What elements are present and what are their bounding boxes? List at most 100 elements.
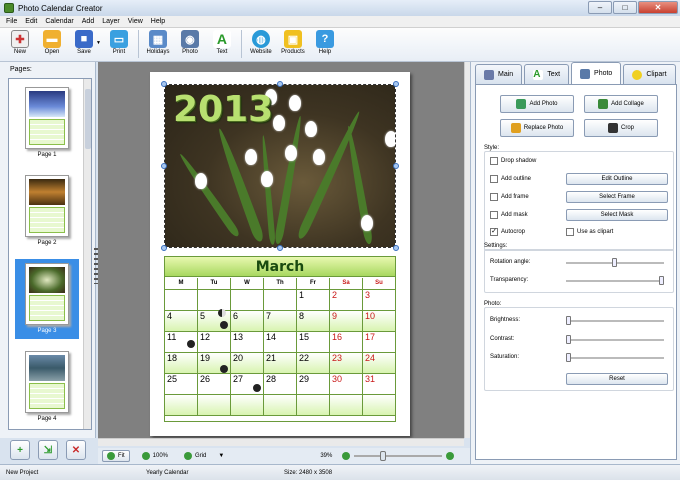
checkbox-box[interactable] — [566, 228, 574, 236]
slider-knob[interactable] — [612, 258, 617, 267]
minimize-button[interactable]: – — [588, 1, 612, 14]
zoom-100-button[interactable]: 100% — [138, 450, 172, 462]
reset-button[interactable]: Reset — [566, 373, 668, 385]
contrast-slider[interactable] — [566, 335, 664, 344]
calendar-day[interactable] — [231, 290, 264, 310]
calendar-day[interactable] — [198, 395, 231, 415]
slider-knob[interactable] — [566, 316, 571, 325]
calendar-day[interactable]: 26 — [198, 374, 231, 394]
edit-outline-button[interactable]: Edit Outline — [566, 173, 668, 185]
calendar-day[interactable] — [264, 395, 297, 415]
calendar-day[interactable] — [363, 395, 395, 415]
help-button[interactable]: ? Help — [309, 28, 341, 60]
calendar-day[interactable]: 15 — [297, 332, 330, 352]
select-mask-button[interactable]: Select Mask — [566, 209, 668, 221]
tab-photo[interactable]: Photo — [571, 62, 622, 84]
calendar-day[interactable]: 11 — [165, 332, 198, 352]
zoom-out-icon[interactable] — [342, 452, 351, 460]
calendar-day[interactable]: 21 — [264, 353, 297, 373]
resize-handle[interactable] — [393, 163, 399, 169]
print-button[interactable]: ▭ Print — [103, 28, 135, 60]
calendar-day[interactable] — [330, 395, 363, 415]
resize-handle[interactable] — [161, 81, 167, 87]
resize-handle[interactable] — [161, 163, 167, 169]
calendar-day[interactable]: 8 — [297, 311, 330, 331]
add-outline-checkbox[interactable]: Add outline — [490, 175, 531, 183]
calendar-day[interactable]: 13 — [231, 332, 264, 352]
calendar-day[interactable] — [198, 290, 231, 310]
calendar-day[interactable]: 10 — [363, 311, 395, 331]
checkbox-box[interactable] — [490, 193, 498, 201]
transparency-slider[interactable] — [566, 276, 664, 285]
calendar-day[interactable]: 5 — [198, 309, 231, 331]
canvas-area[interactable]: 2013 March M Tu W Th Fr Sa Su 1 2 3 4 5 6 7 8 9 10 11 12 13… — [98, 62, 464, 438]
slider-knob[interactable] — [659, 276, 664, 285]
page-thumbnail-selected[interactable]: Page 3 — [15, 259, 79, 339]
zoom-slider[interactable] — [354, 451, 443, 461]
tab-main[interactable]: Main — [475, 64, 523, 84]
menu-view[interactable]: View — [128, 18, 143, 25]
new-button[interactable]: ✚ New — [4, 28, 36, 60]
add-page-button[interactable]: + — [10, 440, 30, 460]
website-button[interactable]: ◍ Website — [245, 28, 277, 60]
holidays-button[interactable]: ▦ Holidays — [142, 28, 174, 60]
calendar-day[interactable]: 17 — [363, 332, 395, 352]
drop-shadow-checkbox[interactable]: Drop shadow — [490, 157, 536, 165]
menu-edit[interactable]: Edit — [25, 18, 37, 25]
use-as-clipart-checkbox[interactable]: Use as clipart — [566, 228, 613, 236]
resize-handle[interactable] — [277, 81, 283, 87]
calendar-day[interactable]: 19 — [198, 353, 231, 373]
page-thumbnail[interactable]: Page 4 — [15, 347, 79, 427]
grid-button[interactable]: Grid — [180, 450, 210, 462]
resize-handle[interactable] — [277, 245, 283, 251]
calendar-day[interactable]: 29 — [297, 374, 330, 394]
add-collage-button[interactable]: Add Collage — [584, 95, 658, 113]
calendar-grid[interactable]: March M Tu W Th Fr Sa Su 1 2 3 4 5 6 7 8 9 10 11 12 13 14 15 1… — [164, 256, 396, 422]
calendar-day[interactable]: 20 — [231, 353, 264, 373]
resize-handle[interactable] — [161, 245, 167, 251]
calendar-day[interactable]: 2 — [330, 290, 363, 310]
calendar-day[interactable]: 16 — [330, 332, 363, 352]
canvas-horizontal-scrollbar[interactable] — [98, 438, 464, 446]
calendar-day[interactable]: 31 — [363, 374, 395, 394]
replace-photo-button[interactable]: Replace Photo — [500, 119, 574, 137]
page-thumbnail[interactable]: Page 1 — [15, 83, 79, 163]
calendar-day[interactable]: 27 — [231, 374, 264, 394]
calendar-day[interactable]: 14 — [264, 332, 297, 352]
calendar-day[interactable] — [165, 395, 198, 415]
menu-add[interactable]: Add — [82, 18, 94, 25]
calendar-day[interactable]: 7 — [264, 311, 297, 331]
saturation-slider[interactable] — [566, 353, 664, 362]
save-dropdown-arrow-icon[interactable]: ▼ — [96, 40, 101, 46]
calendar-day[interactable]: 3 — [363, 290, 395, 310]
calendar-day[interactable] — [231, 395, 264, 415]
calendar-day[interactable]: 1 — [297, 290, 330, 310]
brightness-slider[interactable] — [566, 316, 664, 325]
zoom-slider-knob[interactable] — [380, 451, 387, 461]
calendar-day[interactable]: 18 — [165, 353, 198, 373]
menu-file[interactable]: File — [6, 18, 17, 25]
open-button[interactable]: ▬ Open — [36, 28, 68, 60]
rotation-angle-slider[interactable] — [566, 258, 664, 267]
add-frame-checkbox[interactable]: Add frame — [490, 193, 529, 201]
checkbox-box[interactable] — [490, 211, 498, 219]
checkbox-box[interactable] — [490, 175, 498, 183]
text-button[interactable]: A Text — [206, 28, 238, 60]
calendar-day[interactable] — [165, 290, 198, 310]
maximize-button[interactable]: □ — [613, 1, 637, 14]
zoom-in-icon[interactable] — [446, 452, 455, 460]
products-button[interactable]: ▣ Products — [277, 28, 309, 60]
fit-button[interactable]: Fit — [102, 450, 130, 462]
slider-knob[interactable] — [566, 353, 571, 362]
select-frame-button[interactable]: Select Frame — [566, 191, 668, 203]
calendar-day[interactable]: 6 — [231, 311, 264, 331]
autocrop-checkbox[interactable]: ✓ Autocrop — [490, 228, 525, 236]
slider-knob[interactable] — [566, 335, 571, 344]
pages-scrollbar-thumb[interactable] — [85, 89, 91, 149]
photo-button[interactable]: ◉ Photo — [174, 28, 206, 60]
calendar-day[interactable]: 9 — [330, 311, 363, 331]
menu-layer[interactable]: Layer — [102, 18, 120, 25]
delete-page-button[interactable]: ✕ — [66, 440, 86, 460]
add-mask-checkbox[interactable]: Add mask — [490, 211, 528, 219]
calendar-day[interactable]: 24 — [363, 353, 395, 373]
